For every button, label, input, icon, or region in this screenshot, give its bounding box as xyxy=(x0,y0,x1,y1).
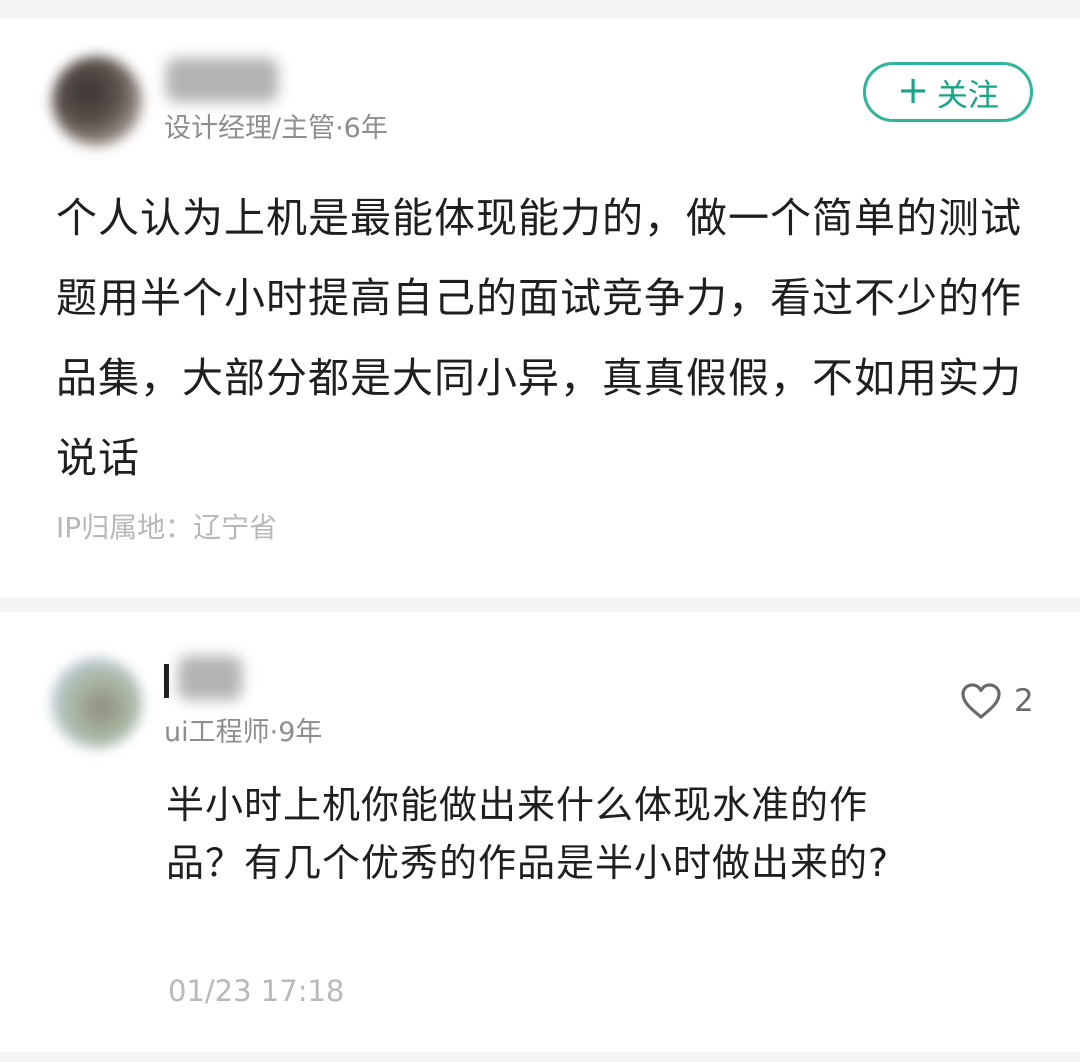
bottom-divider xyxy=(0,1052,1080,1062)
replier-avatar[interactable] xyxy=(52,658,142,748)
heart-icon[interactable] xyxy=(960,682,1002,720)
reply-content: 半小时上机你能做出来什么体现水准的作品？有几个优秀的作品是半小时做出来的? xyxy=(166,783,890,885)
reply-card: ui工程师·9年 2 半小时上机你能做出来什么体现水准的作品？有几个优秀的作品是… xyxy=(0,612,1080,1052)
author-name-blurred[interactable] xyxy=(166,58,278,102)
replier-name-blurred[interactable] xyxy=(178,656,242,700)
post-content: 个人认为上机是最能体现能力的，做一个简单的测试题用半个小时提高自己的面试竞争力，… xyxy=(56,194,1022,482)
plus-icon: + xyxy=(897,68,929,112)
text-cursor xyxy=(164,664,169,698)
author-title: 设计经理/主管·6年 xyxy=(164,113,388,144)
replier-title: ui工程师·9年 xyxy=(164,717,323,748)
ip-location: IP归属地：辽宁省 xyxy=(56,511,278,544)
post-card: 设计经理/主管·6年 + 关注 个人认为上机是最能体现能力的，做一个简单的测试题… xyxy=(0,18,1080,598)
like-count: 2 xyxy=(1014,683,1034,719)
like-button[interactable]: 2 xyxy=(960,682,1034,720)
follow-button-label: 关注 xyxy=(936,77,999,114)
reply-timestamp: 01/23 17:18 xyxy=(168,974,345,1008)
top-divider xyxy=(0,0,1080,18)
section-divider xyxy=(0,598,1080,612)
follow-button[interactable]: + 关注 xyxy=(863,62,1033,122)
author-avatar[interactable] xyxy=(52,56,142,146)
comment-thread: 设计经理/主管·6年 + 关注 个人认为上机是最能体现能力的，做一个简单的测试题… xyxy=(0,0,1080,1062)
